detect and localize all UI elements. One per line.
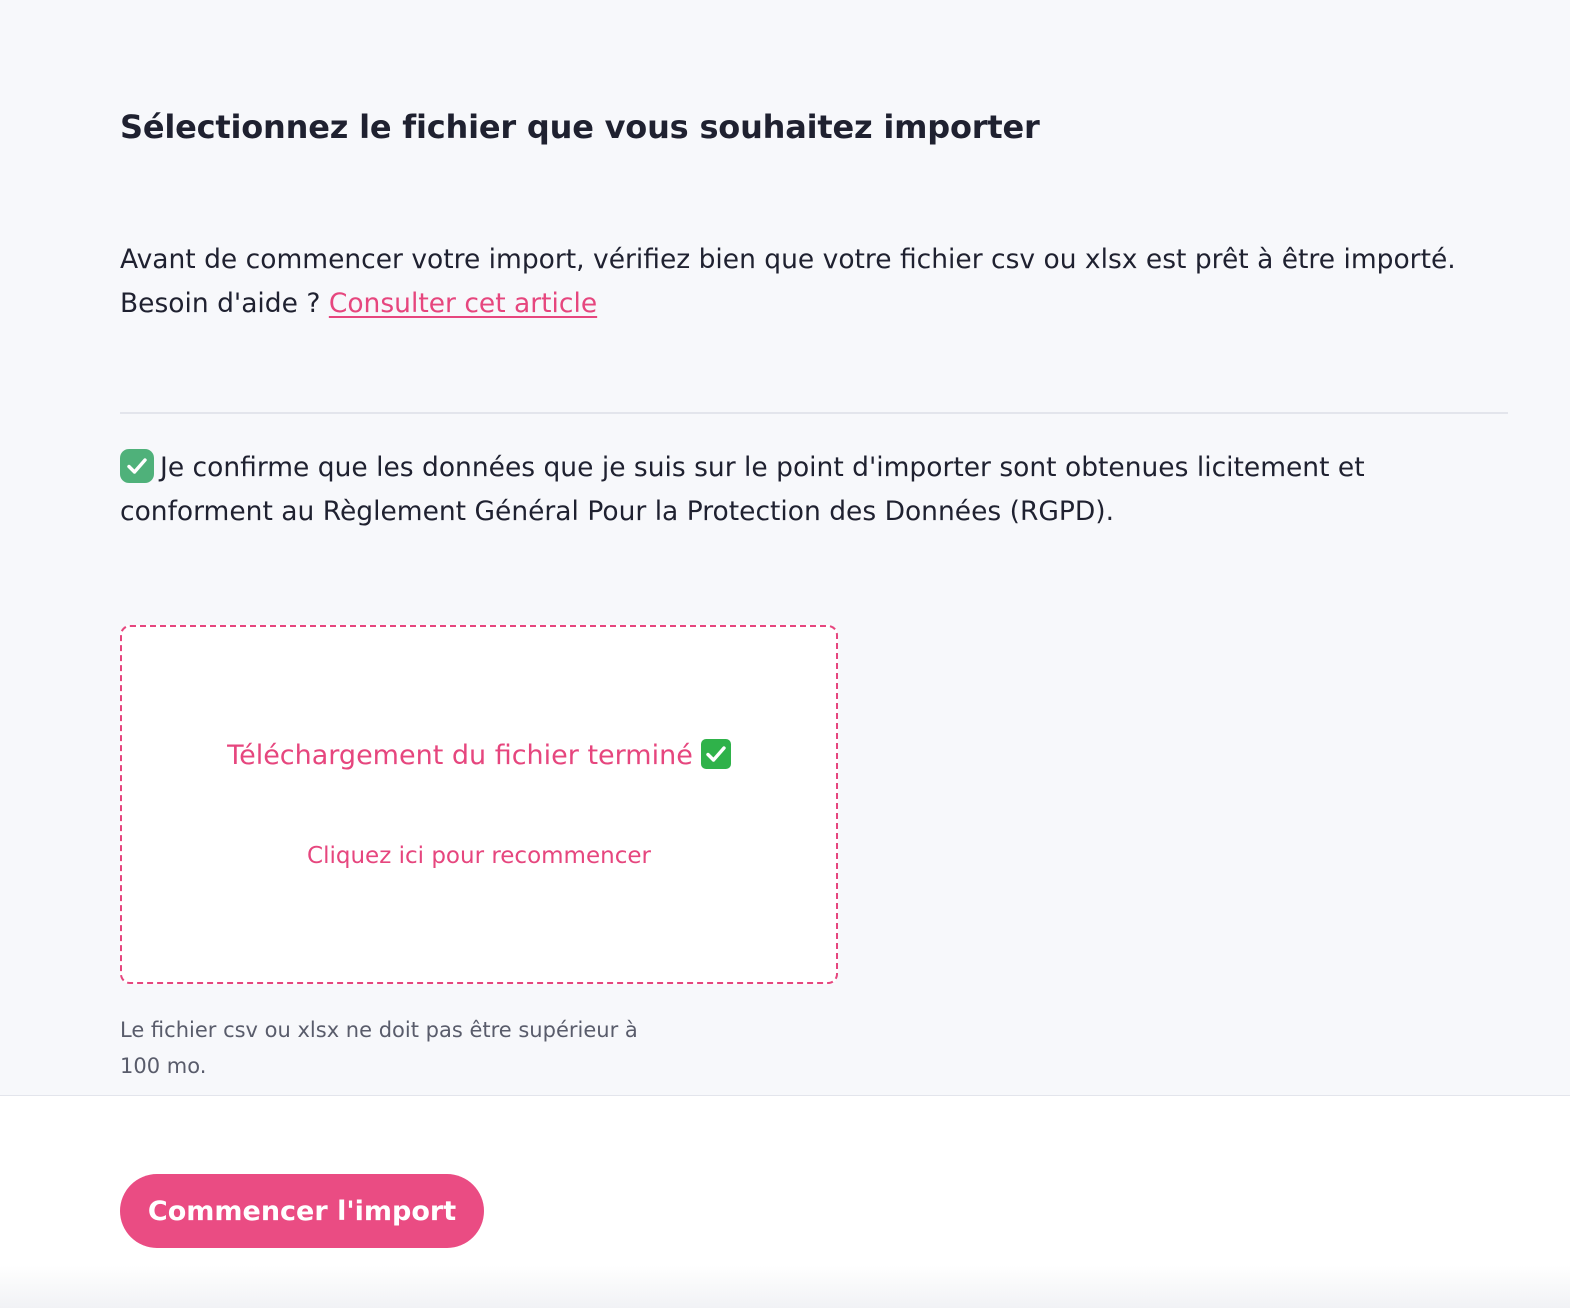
- consent-checkbox[interactable]: [120, 449, 154, 483]
- restart-upload-link[interactable]: Cliquez ici pour recommencer: [122, 843, 836, 869]
- intro-line: Avant de commencer votre import, vérifie…: [120, 244, 1456, 275]
- intro-text: Avant de commencer votre import, vérifie…: [120, 238, 1540, 326]
- hint-line-2: 100 mo.: [120, 1054, 207, 1078]
- page-title: Sélectionnez le fichier que vous souhait…: [120, 108, 1040, 146]
- file-dropzone[interactable]: Téléchargement du fichier terminé Clique…: [120, 625, 838, 984]
- consent-text-1: Je confirme que les données que je suis …: [160, 452, 1365, 483]
- section-divider: [120, 412, 1508, 414]
- consent-line-1: Je confirme que les données que je suis …: [120, 446, 1540, 490]
- help-prefix: Besoin d'aide ?: [120, 288, 329, 319]
- file-size-hint: Le fichier csv ou xlsx ne doit pas être …: [120, 1012, 680, 1084]
- check-mark-icon: [700, 739, 731, 769]
- upload-status-text: Téléchargement du fichier terminé: [227, 740, 693, 771]
- help-article-link[interactable]: Consulter cet article: [329, 288, 597, 319]
- upload-status: Téléchargement du fichier terminé: [122, 739, 836, 771]
- help-line: Besoin d'aide ? Consulter cet article: [120, 282, 1540, 326]
- hint-line-1: Le fichier csv ou xlsx ne doit pas être …: [120, 1018, 638, 1042]
- check-icon: [127, 458, 147, 474]
- gdpr-consent: Je confirme que les données que je suis …: [120, 446, 1540, 534]
- footer-bar: Commencer l'import: [0, 1096, 1570, 1308]
- start-import-button[interactable]: Commencer l'import: [120, 1174, 484, 1248]
- import-panel: Sélectionnez le fichier que vous souhait…: [0, 0, 1570, 1096]
- consent-text-2: conforment au Règlement Général Pour la …: [120, 496, 1115, 527]
